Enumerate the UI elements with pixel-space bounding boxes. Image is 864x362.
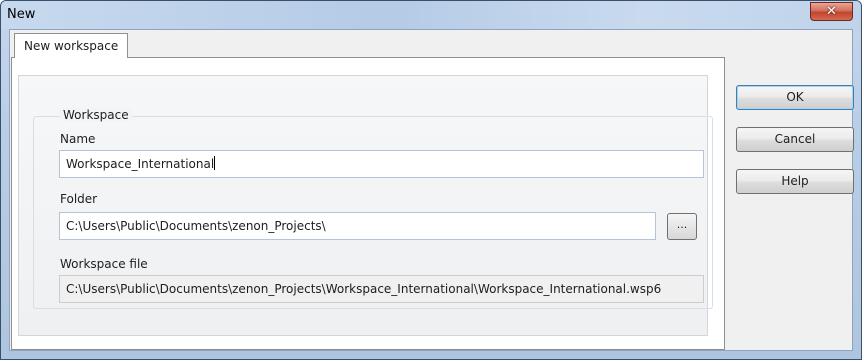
ok-button[interactable]: OK: [736, 85, 854, 110]
name-input-value: Workspace_International: [66, 157, 215, 171]
folder-label: Folder: [60, 192, 98, 206]
name-input[interactable]: Workspace_International: [59, 150, 704, 178]
workspace-group-label: Workspace: [60, 108, 132, 122]
text-caret: [214, 156, 216, 170]
help-button[interactable]: Help: [736, 169, 854, 194]
browse-folder-button[interactable]: ...: [667, 213, 697, 240]
tab-new-workspace[interactable]: New workspace: [14, 33, 129, 58]
close-icon[interactable]: ✕: [810, 2, 853, 21]
workspace-file-label: Workspace file: [60, 257, 148, 271]
cancel-button[interactable]: Cancel: [736, 127, 854, 152]
folder-input[interactable]: C:\Users\Public\Documents\zenon_Projects…: [59, 212, 656, 240]
window-title: New: [7, 7, 36, 22]
workspace-file-field: C:\Users\Public\Documents\zenon_Projects…: [59, 275, 704, 303]
title-bar[interactable]: New ✕: [1, 1, 861, 29]
name-label: Name: [60, 132, 96, 146]
